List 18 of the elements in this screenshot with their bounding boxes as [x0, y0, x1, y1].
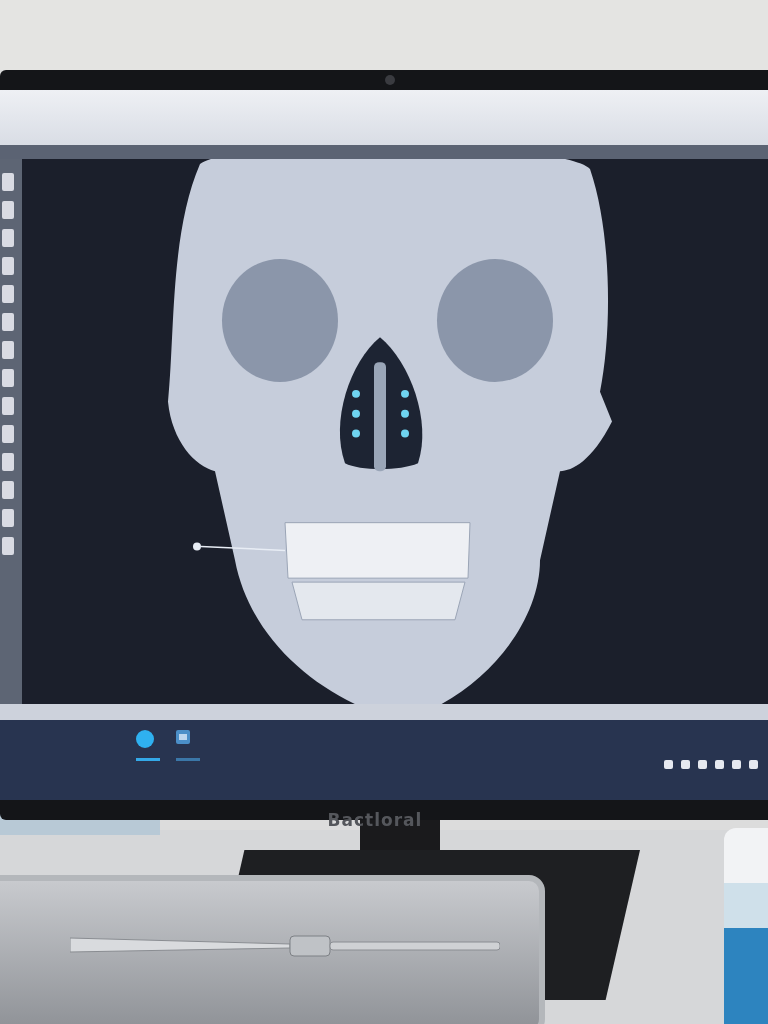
- tool-icon[interactable]: [2, 229, 14, 247]
- circle-app-icon[interactable]: [136, 730, 160, 761]
- tool-icon[interactable]: [2, 285, 14, 303]
- tool-icon[interactable]: [2, 425, 14, 443]
- tool-icon[interactable]: [2, 397, 14, 415]
- window-app-icon[interactable]: [176, 730, 200, 761]
- tool-icon[interactable]: [2, 481, 14, 499]
- monitor-logo: Bactloral: [327, 809, 423, 830]
- tool-icon[interactable]: [2, 173, 14, 191]
- tool-icon[interactable]: [2, 313, 14, 331]
- tool-icon[interactable]: [2, 453, 14, 471]
- tool-icon[interactable]: [2, 201, 14, 219]
- tool-icon[interactable]: [2, 369, 14, 387]
- webcam-icon: [385, 75, 395, 85]
- tool-icon[interactable]: [2, 509, 14, 527]
- tool-icon[interactable]: [2, 537, 14, 555]
- tool-icon[interactable]: [2, 257, 14, 275]
- tool-icon[interactable]: [2, 341, 14, 359]
